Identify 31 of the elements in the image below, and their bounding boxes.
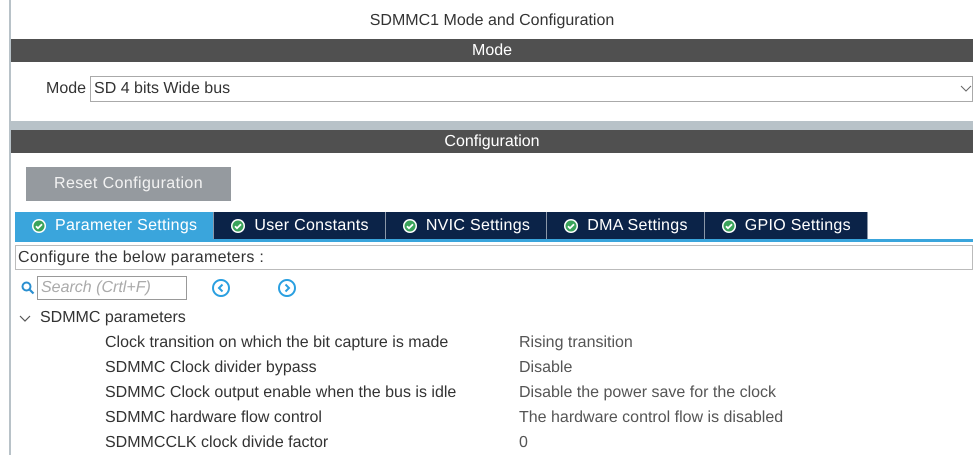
tab[interactable]: NVIC Settings	[386, 212, 548, 239]
window-title: SDMMC1 Mode and Configuration	[370, 11, 614, 31]
parameter-name: Clock transition on which the bit capture is made	[105, 334, 450, 352]
parameter-value[interactable]: The hardware control flow is disabled	[519, 408, 973, 426]
parameter-name: SDMMC hardware flow control	[105, 408, 323, 426]
check-icon	[563, 218, 580, 234]
instruction-text: Configure the below parameters :	[15, 245, 973, 270]
parameter-name: SDMMCCLK clock divide factor	[105, 434, 330, 452]
tab[interactable]: GPIO Settings	[704, 212, 868, 239]
section-header: Mode	[11, 39, 973, 62]
parameter-name: SDMMC Clock divider bypass	[105, 358, 318, 376]
search-field[interactable]: Search (Crtl+F)	[37, 276, 187, 300]
section-header: Configuration	[11, 130, 973, 153]
search-icon	[21, 281, 35, 295]
previous-icon[interactable]	[211, 278, 231, 298]
check-icon	[720, 218, 737, 234]
parameter-value[interactable]: Disable the power save for the clock	[519, 384, 973, 402]
check-icon	[402, 218, 418, 234]
field-label: Mode	[46, 80, 86, 98]
chevron-icon	[960, 85, 972, 93]
parameter-value[interactable]: 0	[519, 434, 973, 452]
check-icon	[230, 218, 246, 234]
group-label: SDMMC parameters	[40, 309, 186, 327]
parameter-value[interactable]: Rising transition	[519, 334, 973, 352]
parameter-value[interactable]: Disable	[519, 358, 973, 376]
next-icon[interactable]	[277, 278, 297, 298]
tab[interactable]: DMA Settings	[547, 212, 705, 239]
parameter-name: SDMMC Clock output enable when the bus is idle	[105, 384, 458, 402]
check-icon	[31, 218, 47, 234]
tab[interactable]: User Constants	[214, 212, 386, 239]
mode-dropdown[interactable]: SD 4 bits Wide bus	[90, 76, 973, 102]
